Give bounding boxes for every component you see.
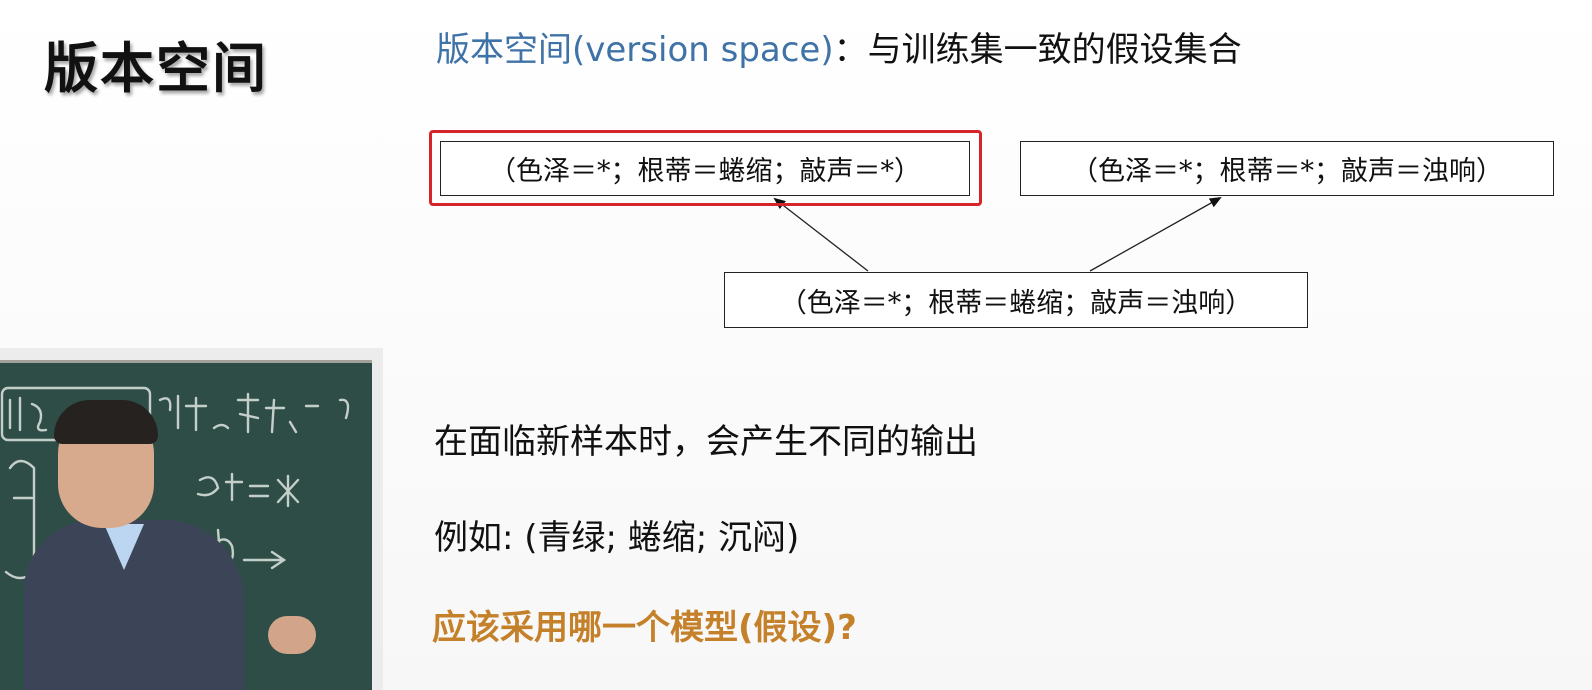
lecturer-hair [54, 400, 158, 444]
hypothesis-box-right: （色泽＝*；根蒂＝*；敲声＝浊响） [1020, 141, 1554, 196]
arrow-to-left-hypothesis [773, 197, 869, 272]
lecturer-hand [268, 616, 316, 654]
body-line-example: 例如: (青绿; 蜷缩; 沉闷) [434, 518, 800, 558]
body-line-new-sample: 在面临新样本时，会产生不同的输出 [434, 422, 978, 462]
arrow-to-right-hypothesis [1089, 197, 1222, 272]
hypothesis-box-left: （色泽＝*；根蒂＝蜷缩；敲声＝*） [440, 141, 970, 196]
lecture-slide: 版本空间 版本空间(version space)：与训练集一致的假设集合 （色泽… [0, 0, 1592, 690]
lecturer-video [0, 348, 383, 690]
hypothesis-box-bottom: （色泽＝*；根蒂＝蜷缩；敲声＝浊响） [724, 272, 1308, 328]
body-line-question: 应该采用哪一个模型(假设)? [432, 608, 857, 648]
